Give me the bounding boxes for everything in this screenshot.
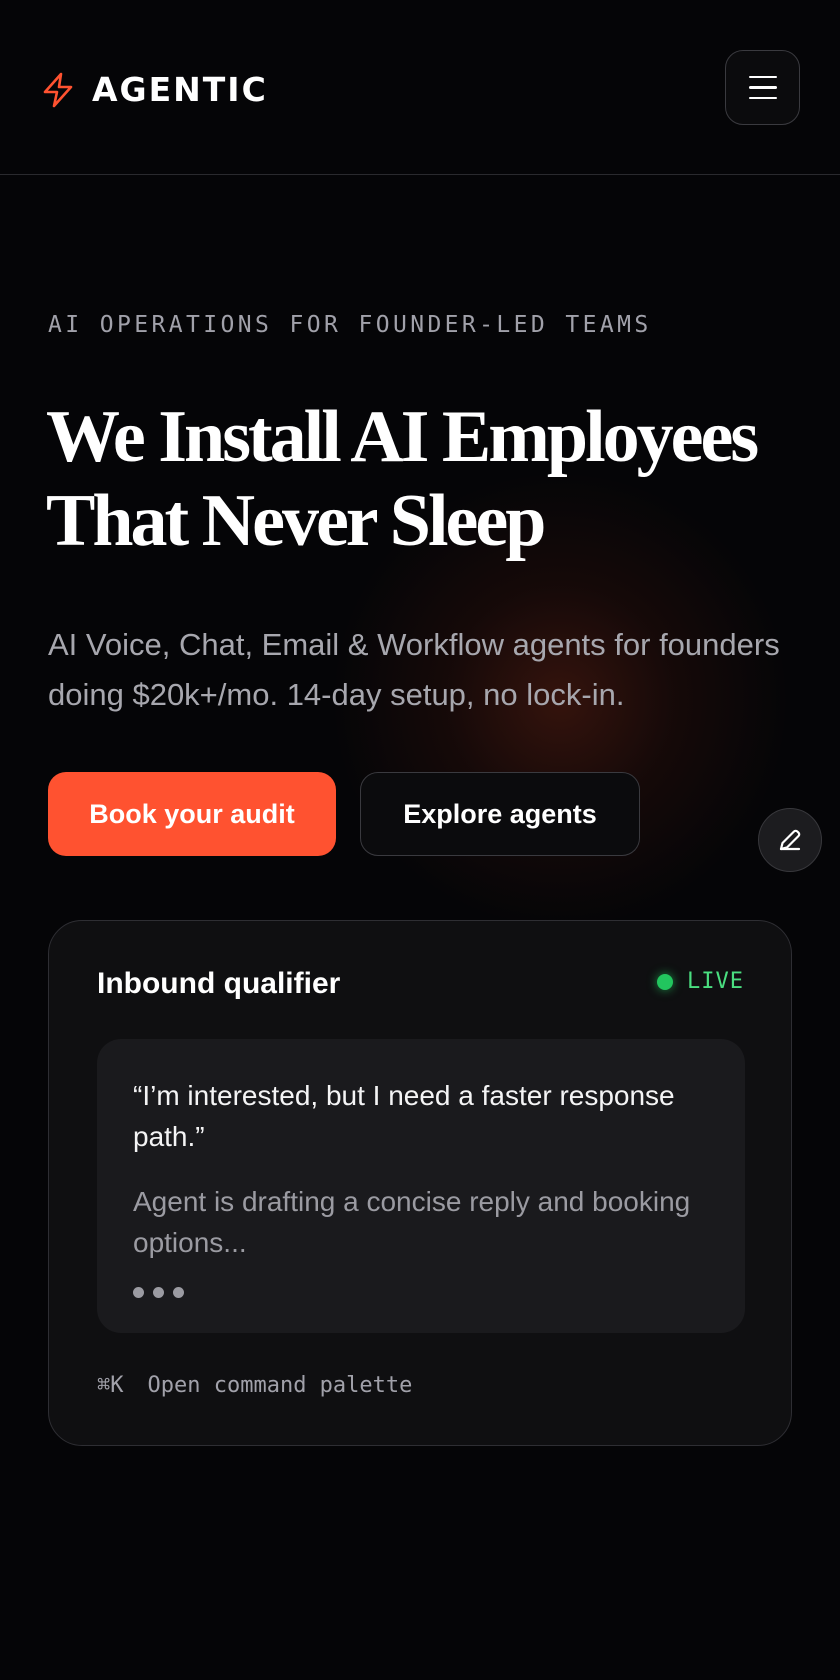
book-audit-button[interactable]: Book your audit [48,772,336,856]
edit-button[interactable] [758,808,822,872]
brand-logo[interactable]: AGENTIC [40,70,268,109]
shortcut-key: ⌘K [97,1373,124,1398]
page: AGENTIC AI OPERATIONS FOR FOUNDER-LED TE… [0,0,840,1680]
headline-line-2: That Never Sleep [46,480,546,562]
agent-preview-card: Inbound qualifier LIVE “I’m interested, … [48,920,792,1446]
live-dot-icon [657,973,674,990]
live-status-text: LIVE [687,969,744,994]
command-palette-shortcut[interactable]: ⌘K Open command palette [97,1373,412,1398]
customer-quote: “I’m interested, but I need a faster res… [133,1080,675,1152]
brand-name: AGENTIC [92,70,268,109]
live-status-badge: LIVE [657,969,744,994]
conversation-bubble: “I’m interested, but I need a faster res… [97,1039,745,1333]
shortcut-label: Open command palette [147,1373,413,1398]
hero-headline: We Install AI Employees That Never Sleep [46,395,759,563]
lightning-bolt-icon [43,72,73,107]
menu-button[interactable] [725,50,800,125]
agent-status-text: Agent is drafting a concise reply and bo… [133,1186,691,1258]
pencil-icon [779,829,801,851]
explore-agents-button[interactable]: Explore agents [360,772,640,856]
typing-indicator-icon [133,1287,184,1298]
card-title: Inbound qualifier [97,967,341,1000]
hero-eyebrow: AI OPERATIONS FOR FOUNDER-LED TEAMS [48,312,652,338]
site-header: AGENTIC [0,0,840,175]
headline-line-1: We Install AI Employees [46,396,759,478]
hamburger-menu-icon [748,75,777,79]
hero-subhead: AI Voice, Chat, Email & Workflow agents … [48,627,780,712]
